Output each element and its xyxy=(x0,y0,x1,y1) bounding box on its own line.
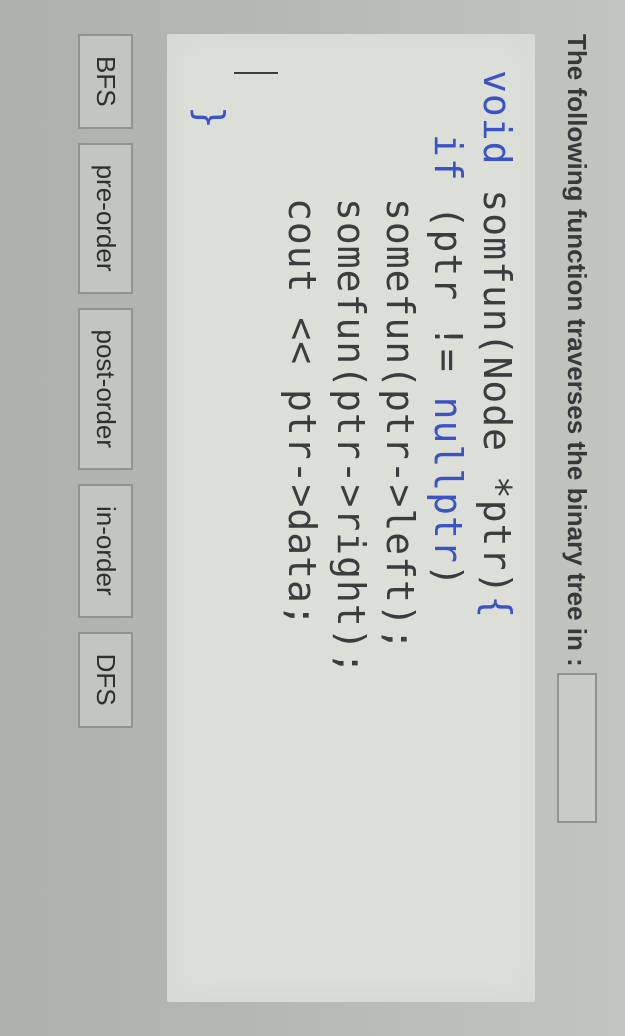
code-l2-end: ) xyxy=(426,564,470,588)
code-line-5: cout << ptr->data; xyxy=(278,70,327,984)
close-brace: } xyxy=(188,70,232,130)
code-line-3: somefun(ptr->left); xyxy=(375,70,424,984)
code-line-4: somefun(ptr->right); xyxy=(327,70,376,984)
answer-blank[interactable] xyxy=(557,673,597,823)
quiz-page: The following function traverses the bin… xyxy=(0,0,625,1036)
answer-options: BFS pre-order post-order in-order DFS xyxy=(78,34,133,1002)
code-l2-mid: (ptr != xyxy=(426,182,470,397)
code-line-1: void somfun(Node *ptr){ xyxy=(475,70,519,619)
cursor-line xyxy=(234,70,278,984)
code-block: void somfun(Node *ptr){ if (ptr != nullp… xyxy=(167,34,535,1002)
code-l1-rest: somfun(Node *ptr) xyxy=(475,166,519,596)
option-post-order[interactable]: post-order xyxy=(78,308,133,471)
question-prompt: The following function traverses the bin… xyxy=(562,34,593,667)
open-brace: { xyxy=(475,595,519,619)
text-cursor-icon xyxy=(234,72,278,74)
option-bfs[interactable]: BFS xyxy=(78,34,133,129)
option-dfs[interactable]: DFS xyxy=(78,632,133,728)
keyword-void: void xyxy=(475,70,519,166)
option-pre-order[interactable]: pre-order xyxy=(78,143,133,294)
keyword-if: if xyxy=(426,134,470,182)
option-in-order[interactable]: in-order xyxy=(78,484,133,618)
question-prompt-row: The following function traverses the bin… xyxy=(557,34,597,1002)
keyword-nullptr: nullptr xyxy=(426,397,470,564)
code-line-2: if (ptr != nullptr) xyxy=(424,70,473,984)
